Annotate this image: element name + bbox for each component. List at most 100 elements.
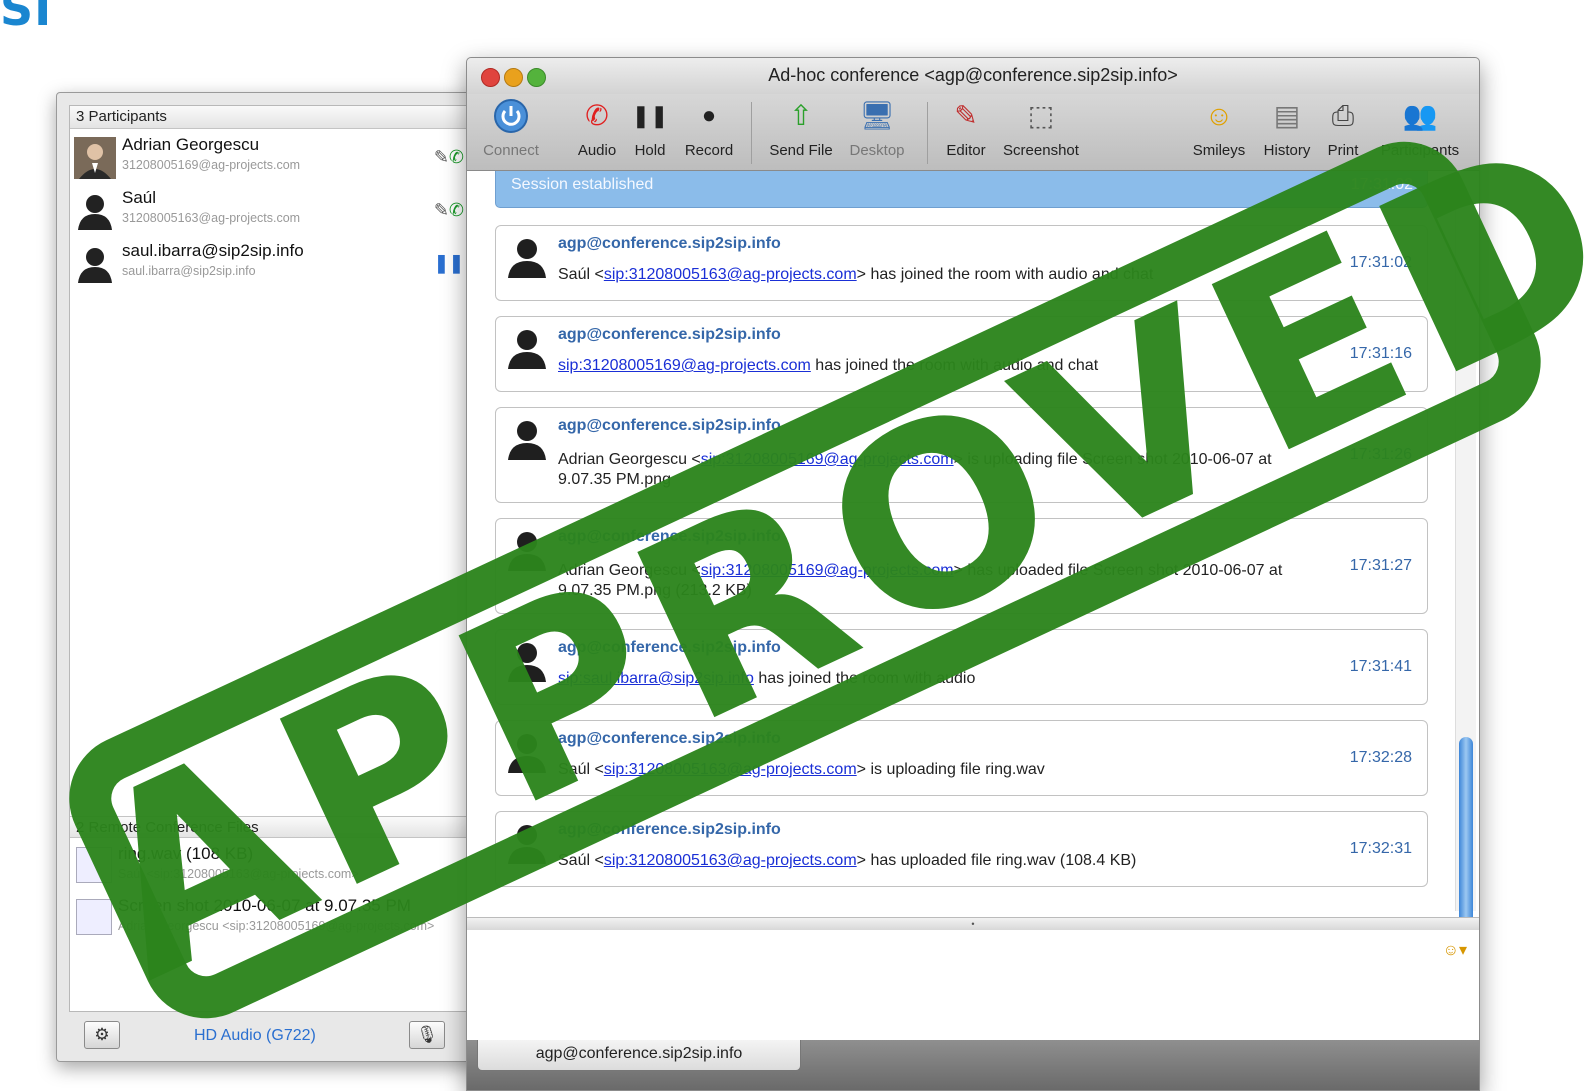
png-file-icon: [76, 899, 112, 935]
message-text: Saúl <: [558, 761, 604, 778]
pencil-and-phone-icon: ✎✆: [433, 147, 464, 167]
sip-link[interactable]: sip:31208005163@ag-projects.com: [604, 761, 857, 778]
participant-address: 31208005169@ag-projects.com: [122, 158, 301, 172]
participants-people-icon: 👥: [1402, 100, 1438, 131]
red-phone-icon: ✆: [585, 100, 609, 131]
message-time: 17:31:41: [1349, 658, 1412, 675]
monitor-icon: 🖥: [859, 100, 895, 131]
message-text: Saúl <: [558, 266, 604, 283]
smiley-menu-icon[interactable]: ☺▾: [1443, 940, 1467, 960]
participant-address: saul.ibarra@sip2sip.info: [122, 264, 256, 278]
message-sender: agp@conference.sip2sip.info: [558, 326, 781, 343]
tab-conference[interactable]: agp@conference.sip2sip.info: [477, 1040, 801, 1071]
participant-photo-avatar: [74, 137, 116, 179]
file-name: Screen shot 2010-06-07 at 9.07.35 PM: [118, 896, 411, 915]
participants-bottom-bar: ⚙ HD Audio (G722) 🎙: [57, 1011, 485, 1059]
smileys-label: Smileys: [1192, 142, 1246, 159]
power-icon: [494, 99, 528, 133]
participant-row[interactable]: Adrian Georgescu 31208005169@ag-projects…: [70, 129, 472, 182]
sip-link[interactable]: sip:saul.ibarra@sip2sip.info: [558, 670, 754, 687]
record-button[interactable]: ● Record: [681, 98, 737, 159]
sip-link[interactable]: sip:31208005163@ag-projects.com: [604, 266, 857, 283]
message-input[interactable]: ☺▾: [467, 930, 1479, 1040]
conference-files-header: 2 Remote Conference Files: [70, 816, 472, 838]
message-body: Saúl <sip:31208005163@ag-projects.com> h…: [558, 266, 1318, 284]
audio-codec-label: HD Audio (G722): [194, 1027, 316, 1044]
history-label: History: [1263, 142, 1311, 159]
conference-file-item[interactable]: ring.wav (108 KB) Saúl <sip:31208005163@…: [70, 839, 472, 889]
message-body: Adrian Georgescu <sip:31208005169@ag-pro…: [558, 561, 1318, 601]
toolbar-separator: [751, 102, 752, 164]
person-silhouette-icon: [508, 734, 546, 773]
session-status-text: Session established: [511, 176, 654, 193]
message-body: sip:31208005169@ag-projects.com has join…: [558, 357, 1318, 375]
printer-icon: ⎙: [1331, 100, 1355, 131]
chat-message: agp@conference.sip2sip.info Adrian Georg…: [495, 407, 1428, 503]
person-silhouette-icon: [508, 421, 546, 460]
print-label: Print: [1327, 142, 1359, 159]
print-button[interactable]: ⎙ Print: [1323, 98, 1363, 159]
participant-address: 31208005163@ag-projects.com: [122, 211, 301, 225]
sip-link[interactable]: sip:31208005169@ag-projects.com: [701, 451, 954, 468]
participants-button[interactable]: 👥 Participants: [1375, 98, 1465, 159]
participant-name: Saúl: [122, 188, 157, 207]
chat-message: agp@conference.sip2sip.info Adrian Georg…: [495, 518, 1428, 614]
message-body: Adrian Georgescu <sip:31208005169@ag-pro…: [558, 450, 1318, 490]
message-body: sip:saul.ibarra@sip2sip.info has joined …: [558, 670, 1318, 688]
participant-row[interactable]: Saúl 31208005163@ag-projects.com ✎✆: [70, 182, 472, 235]
conference-file-item[interactable]: Screen shot 2010-06-07 at 9.07.35 PM Adr…: [70, 891, 472, 941]
chat-transcript[interactable]: Session established 17:31:02 agp@confere…: [467, 171, 1479, 959]
message-sender: agp@conference.sip2sip.info: [558, 821, 781, 838]
smileys-button[interactable]: ☺ Smileys: [1189, 98, 1249, 159]
scrollbar-thumb[interactable]: [1459, 737, 1473, 925]
pause-icon: ❚❚: [631, 103, 669, 128]
chat-message: agp@conference.sip2sip.info sip:saul.iba…: [495, 629, 1428, 705]
desktop-button[interactable]: 🖥 Desktop: [845, 98, 909, 159]
chat-scrollbar[interactable]: ▲ ▼: [1455, 171, 1476, 959]
zoom-window-button[interactable]: [527, 68, 546, 87]
participant-row[interactable]: saul.ibarra@sip2sip.info saul.ibarra@sip…: [70, 235, 472, 288]
connect-button[interactable]: Connect: [475, 98, 547, 159]
desktop-label: Desktop: [849, 142, 905, 159]
message-time: 17:31:02: [1349, 254, 1412, 271]
message-sender: agp@conference.sip2sip.info: [558, 235, 781, 252]
chat-window: Ad-hoc conference <agp@conference.sip2si…: [466, 57, 1480, 1091]
audio-file-icon: [76, 847, 112, 883]
audio-button[interactable]: ✆ Audio: [571, 98, 623, 159]
editor-button[interactable]: ✎ Editor: [941, 98, 991, 159]
gear-icon[interactable]: ⚙: [84, 1021, 120, 1049]
participants-header: 3 Participants: [70, 106, 472, 129]
message-body: Saúl <sip:31208005163@ag-projects.com> h…: [558, 852, 1318, 870]
message-time: 17:32:28: [1349, 749, 1412, 766]
person-silhouette-icon: [508, 239, 546, 278]
screenshot-button[interactable]: ⬚ Screenshot: [999, 98, 1083, 159]
window-title: Ad-hoc conference <agp@conference.sip2si…: [768, 65, 1178, 85]
minimize-window-button[interactable]: [504, 68, 523, 87]
message-text: > has uploaded file ring.wav (108.4 KB): [856, 852, 1137, 869]
app-logo-fragment: SI: [0, 0, 53, 36]
person-silhouette-icon: [508, 825, 546, 864]
chat-message: agp@conference.sip2sip.info sip:31208005…: [495, 316, 1428, 392]
message-text: Adrian Georgescu <: [558, 451, 701, 468]
record-dot-icon: ●: [701, 102, 717, 129]
history-button[interactable]: ▤ History: [1259, 98, 1315, 159]
pane-splitter[interactable]: •: [467, 917, 1479, 931]
microphone-mute-icon[interactable]: 🎙: [409, 1021, 445, 1049]
screenshot-label: Screenshot: [1003, 142, 1079, 159]
message-sender: agp@conference.sip2sip.info: [558, 528, 781, 545]
chat-message: agp@conference.sip2sip.info Saúl <sip:31…: [495, 811, 1428, 887]
message-time: 17:31:16: [1349, 345, 1412, 362]
hold-button[interactable]: ❚❚ Hold: [629, 98, 671, 159]
sip-link[interactable]: sip:31208005169@ag-projects.com: [701, 562, 954, 579]
hold-icon: ❚❚: [433, 253, 464, 273]
message-body: Saúl <sip:31208005163@ag-projects.com> i…: [558, 761, 1318, 779]
file-sender: Adrian Georgescu <sip:31208005169@ag-pro…: [118, 919, 435, 933]
audio-label: Audio: [577, 142, 617, 159]
sip-link[interactable]: sip:31208005169@ag-projects.com: [558, 357, 811, 374]
message-time: 17:32:31: [1349, 840, 1412, 857]
person-silhouette-icon: [78, 248, 112, 283]
close-window-button[interactable]: [481, 68, 500, 87]
send-file-button[interactable]: ⇧ Send File: [767, 98, 835, 159]
sip-link[interactable]: sip:31208005163@ag-projects.com: [604, 852, 857, 869]
send-file-label: Send File: [769, 142, 833, 159]
